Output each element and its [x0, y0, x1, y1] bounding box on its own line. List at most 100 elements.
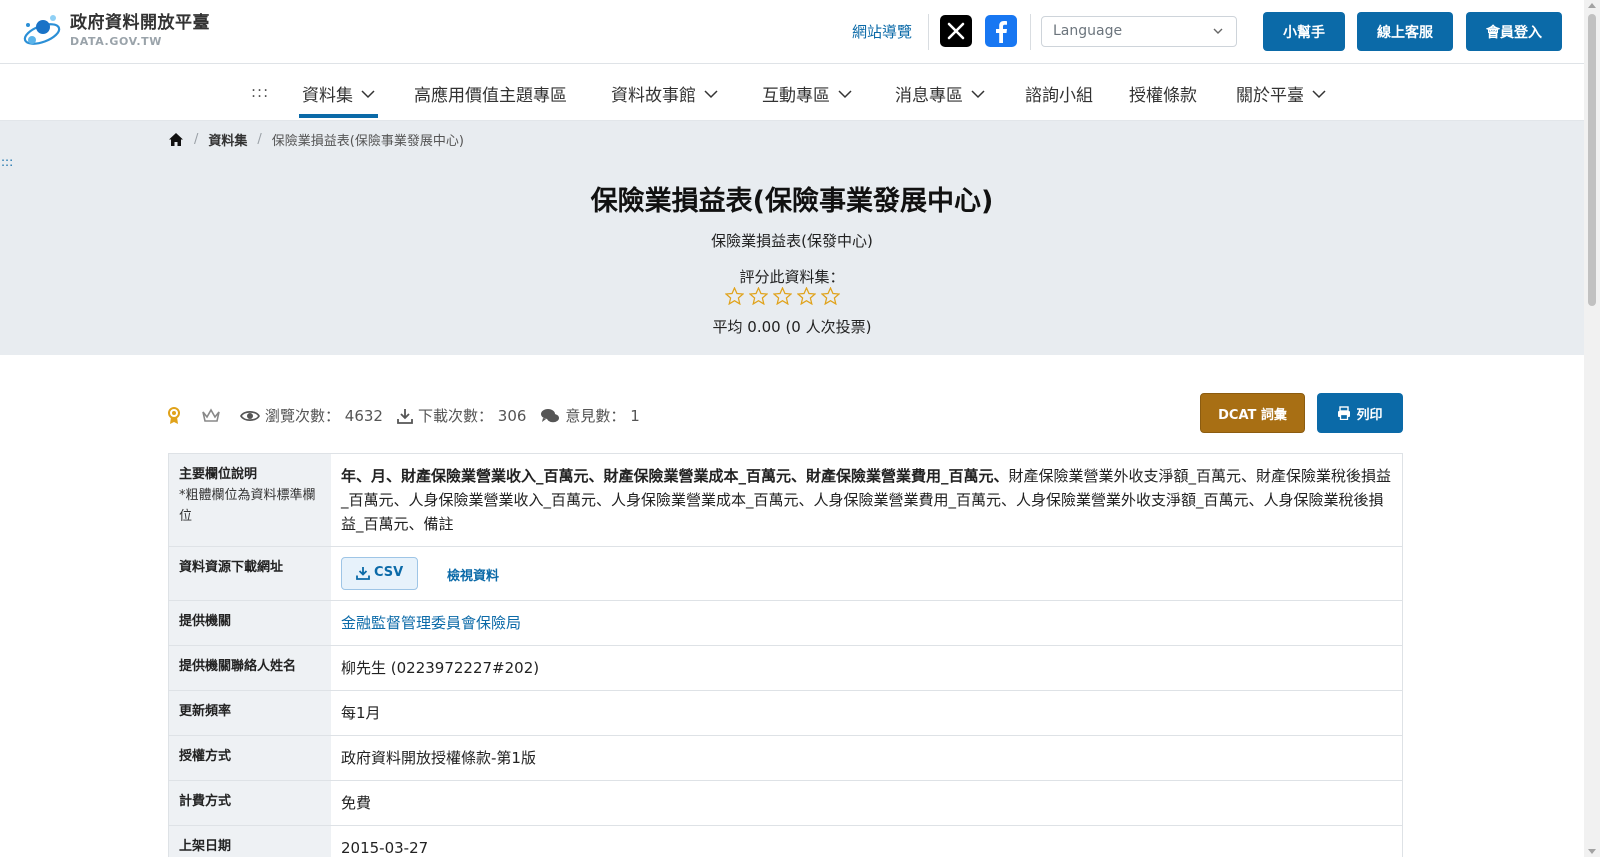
comments-count: 1	[630, 406, 640, 425]
main-fields-note: *粗體欄位為資料標準欄位	[179, 487, 316, 524]
table-row: 提供機關 金融監督管理委員會保險局	[168, 600, 1403, 646]
star-icon[interactable]	[773, 287, 792, 305]
award-icon	[168, 406, 180, 424]
license-value: 政府資料開放授權條款-第1版	[341, 748, 536, 767]
printer-icon	[1338, 406, 1351, 420]
table-row: 資料資源下載網址 CSV 檢視資料	[168, 547, 1403, 601]
breadcrumb-separator: /	[194, 132, 199, 147]
nav-item-label: 互動專區	[762, 86, 830, 106]
nav-item-label: 諮詢小組	[1025, 86, 1093, 106]
content-accesskey[interactable]: :::	[1, 155, 13, 169]
views-label: 瀏覽次數：	[265, 407, 341, 425]
frequency-value: 每1月	[341, 703, 381, 722]
table-row: 更新頻率 每1月	[168, 690, 1403, 736]
nav-accesskey[interactable]: :::	[251, 83, 269, 101]
rating-stars[interactable]	[725, 287, 845, 305]
logo-mark-icon	[22, 12, 62, 50]
site-header: 政府資料開放平臺 DATA.GOV.TW 網站導覽 Language 小幫手 線…	[0, 0, 1584, 64]
dataset-stats: 瀏覽次數： 4632 下載次數： 306 意見數： 1	[166, 405, 654, 426]
chevron-down-icon	[361, 89, 375, 98]
page-scrollbar[interactable]	[1584, 0, 1600, 857]
breadcrumb-datasets[interactable]: 資料集	[208, 130, 247, 149]
views-count: 4632	[344, 406, 383, 425]
star-icon[interactable]	[725, 287, 744, 305]
chevron-down-icon	[704, 89, 718, 98]
crown-icon	[202, 407, 220, 422]
dataset-hero: / 資料集 / 保險業損益表(保險事業發展中心) ::: 保險業損益表(保險事業…	[0, 121, 1584, 355]
nav-item-high-value[interactable]: 高應用價值主題專區	[414, 81, 567, 106]
support-button[interactable]: 線上客服	[1357, 12, 1453, 51]
license-label: 授權方式	[169, 735, 331, 780]
frequency-label: 更新頻率	[169, 690, 331, 735]
scroll-down-arrow[interactable]	[1588, 849, 1596, 854]
scrollbar-thumb[interactable]	[1588, 14, 1596, 306]
nav-item-label: 關於平臺	[1236, 86, 1304, 106]
nav-item-stories[interactable]: 資料故事館	[611, 81, 718, 106]
star-icon[interactable]	[797, 287, 816, 305]
view-data-link[interactable]: 檢視資料	[447, 569, 499, 584]
login-button[interactable]: 會員登入	[1466, 12, 1562, 51]
downloads-count: 306	[497, 406, 527, 425]
star-icon[interactable]	[749, 287, 768, 305]
download-label: 資料資源下載網址	[169, 547, 331, 600]
published-value: 2015-03-27	[341, 838, 429, 857]
chevron-down-icon	[1213, 28, 1223, 34]
contact-label: 提供機關聯絡人姓名	[169, 645, 331, 690]
page-subtitle: 保險業損益表(保發中心)	[711, 232, 873, 250]
main-fields-label: 主要欄位說明	[179, 467, 258, 482]
main-nav: ::: 資料集 高應用價值主題專區 資料故事館 互動專區 消息專區 諮詢小組 授…	[0, 65, 1584, 121]
site-logo[interactable]: 政府資料開放平臺 DATA.GOV.TW	[22, 12, 210, 50]
table-row: 提供機關聯絡人姓名 柳先生 (0223972227#202)	[168, 645, 1403, 691]
fee-label: 計費方式	[169, 780, 331, 825]
chevron-down-icon	[1312, 89, 1326, 98]
nav-item-datasets[interactable]: 資料集	[299, 81, 378, 118]
helper-button[interactable]: 小幫手	[1263, 12, 1345, 51]
nav-item-about[interactable]: 關於平臺	[1236, 81, 1326, 106]
breadcrumb: / 資料集 / 保險業損益表(保險事業發展中心)	[168, 130, 464, 149]
breadcrumb-separator: /	[257, 132, 262, 147]
x-twitter-icon[interactable]	[940, 15, 972, 47]
nav-item-label: 資料故事館	[611, 86, 696, 106]
scroll-up-arrow[interactable]	[1588, 3, 1596, 8]
star-icon[interactable]	[821, 287, 840, 305]
provider-link[interactable]: 金融監督管理委員會保險局	[341, 614, 521, 632]
dcat-button[interactable]: DCAT 詞彙	[1200, 393, 1305, 433]
table-row: 授權方式 政府資料開放授權條款-第1版	[168, 735, 1403, 781]
rating-average: 平均 0.00 (0 人次投票)	[712, 318, 872, 336]
nav-item-license[interactable]: 授權條款	[1129, 81, 1197, 106]
divider	[928, 14, 929, 50]
rating-label: 評分此資料集：	[739, 268, 845, 286]
provider-label: 提供機關	[169, 600, 331, 645]
download-icon	[356, 567, 370, 581]
table-row: 主要欄位說明 *粗體欄位為資料標準欄位 年、月、財產保險業營業收入_百萬元、財產…	[168, 454, 1403, 547]
language-select[interactable]: Language	[1041, 16, 1237, 47]
downloads-label: 下載次數：	[417, 407, 493, 425]
standard-fields: 年、月、財產保險業營業收入_百萬元、財產保險業營業成本_百萬元、財產保險業營業費…	[341, 467, 1009, 485]
csv-label: CSV	[374, 565, 404, 580]
published-label: 上架日期	[169, 825, 331, 857]
nav-item-label: 資料集	[302, 86, 353, 106]
home-icon[interactable]	[168, 132, 184, 147]
fee-value: 免費	[341, 793, 372, 812]
table-row: 計費方式 免費	[168, 780, 1403, 826]
csv-download-button[interactable]: CSV	[341, 557, 419, 590]
download-icon	[397, 408, 413, 424]
nav-item-label: 授權條款	[1129, 86, 1197, 106]
comments-icon	[541, 408, 560, 422]
sitemap-link[interactable]: 網站導覽	[852, 21, 912, 42]
facebook-icon[interactable]	[985, 15, 1017, 47]
chevron-down-icon	[838, 89, 852, 98]
print-label: 列印	[1356, 407, 1383, 423]
breadcrumb-current: 保險業損益表(保險事業發展中心)	[271, 134, 464, 149]
nav-item-advisory[interactable]: 諮詢小組	[1025, 81, 1093, 106]
logo-subtitle: DATA.GOV.TW	[70, 35, 162, 48]
chevron-down-icon	[971, 89, 985, 98]
nav-item-label: 高應用價值主題專區	[414, 86, 567, 106]
logo-title: 政府資料開放平臺	[70, 13, 210, 33]
print-button[interactable]: 列印	[1317, 393, 1403, 433]
nav-item-interactive[interactable]: 互動專區	[762, 81, 852, 106]
contact-value: 柳先生 (0223972227#202)	[341, 658, 540, 677]
page-title: 保險業損益表(保險事業發展中心)	[590, 186, 994, 217]
comments-label: 意見數：	[565, 407, 626, 425]
nav-item-news[interactable]: 消息專區	[895, 81, 985, 106]
